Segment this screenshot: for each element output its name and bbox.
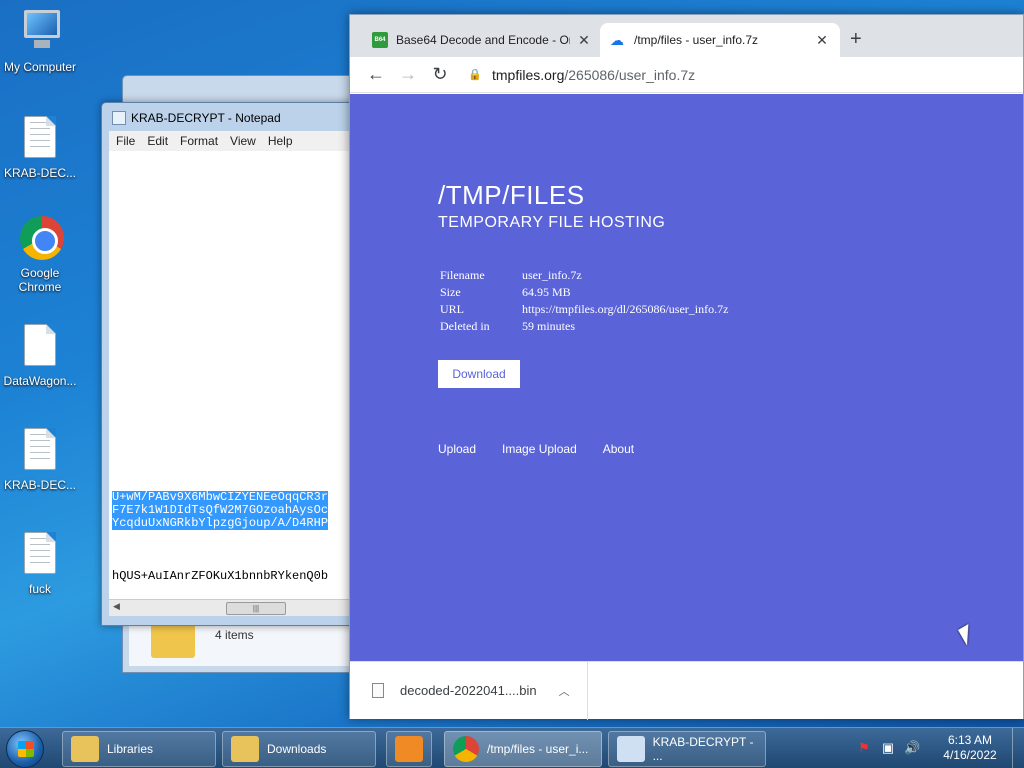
desktop-icon-label: KRAB-DEC...	[3, 166, 76, 180]
menu-edit[interactable]: Edit	[147, 134, 168, 148]
file-info-table: Filename user_info.7z Size 64.95 MB URL htt…	[440, 268, 728, 336]
chrome-icon	[453, 736, 479, 762]
action-center-icon[interactable]: ⚑	[856, 740, 872, 756]
footer-links: Upload Image Upload About	[438, 442, 634, 456]
desktop-icon-krab-decrypt-2[interactable]: KRAB-DEC...	[0, 428, 80, 492]
text-file-icon	[20, 428, 60, 474]
info-row-deleted-in: Deleted in 59 minutes	[440, 319, 575, 333]
info-row-size: Size 64.95 MB	[440, 285, 571, 299]
new-tab-icon[interactable]: +	[850, 29, 862, 49]
selected-text: U+wM/PABv9X6MbwCIZYENEeOqqCR3r F7E7k1W1DI…	[112, 490, 329, 530]
desktop-icon-my-computer[interactable]: My Computer	[0, 10, 80, 74]
desktop-icon-fuck[interactable]: fuck	[0, 532, 80, 596]
desktop-icon-label: KRAB-DEC...	[3, 478, 76, 492]
media-player-icon	[395, 736, 423, 762]
chrome-window[interactable]: B64 Base64 Decode and Encode - Or ✕ ☁ /t…	[349, 14, 1024, 720]
folder-icon	[71, 736, 99, 762]
text-file-icon	[20, 116, 60, 162]
folder-icon	[231, 736, 259, 762]
download-shelf: decoded-2022041....bin ︿	[350, 661, 1023, 720]
tab-strip: B64 Base64 Decode and Encode - Or ✕ ☁ /t…	[350, 15, 1023, 57]
horizontal-scrollbar[interactable]: ◀ |||	[109, 599, 360, 616]
desktop-icon-krab-decrypt-1[interactable]: KRAB-DEC...	[0, 116, 80, 180]
scroll-left-icon[interactable]: ◀	[113, 601, 120, 612]
taskbar-downloads[interactable]: Downloads	[222, 731, 376, 767]
taskbar-label: /tmp/files - user_i...	[487, 742, 589, 756]
menu-view[interactable]: View	[230, 134, 256, 148]
clock-date: 4/16/2022	[943, 748, 997, 762]
page-subtitle: TEMPORARY FILE HOSTING	[438, 214, 666, 231]
menu-file[interactable]: File	[116, 134, 135, 148]
text-file-icon	[20, 532, 60, 578]
file-icon	[372, 683, 384, 698]
notepad-text-area[interactable]: U+wM/PABv9X6MbwCIZYENEeOqqCR3r F7E7k1W1DI…	[109, 151, 360, 599]
explorer-item-count: 4 items	[215, 628, 254, 642]
taskbar-label: Libraries	[107, 742, 154, 756]
network-icon[interactable]: ▣	[880, 740, 896, 756]
tab-tmpfiles[interactable]: ☁ /tmp/files - user_info.7z ✕	[600, 23, 840, 57]
close-icon[interactable]: ✕	[576, 32, 592, 49]
url-host: tmpfiles.org	[492, 66, 565, 83]
taskbar-media-player[interactable]	[386, 731, 432, 767]
clock[interactable]: 6:13 AM 4/16/2022	[928, 733, 1012, 763]
link-image-upload[interactable]: Image Upload	[502, 442, 577, 456]
notepad-titlebar[interactable]: KRAB-DECRYPT - Notepad	[102, 103, 360, 133]
desktop-icon-label: My Computer	[3, 60, 77, 74]
back-icon[interactable]: ←	[362, 64, 390, 85]
show-desktop-button[interactable]	[1012, 728, 1024, 768]
menu-help[interactable]: Help	[268, 134, 293, 148]
reload-icon[interactable]: ↻	[426, 64, 454, 85]
lock-icon[interactable]: 🔒	[468, 68, 482, 81]
desktop-icon-datawagon[interactable]: DataWagon...	[0, 324, 80, 388]
notepad-title: KRAB-DECRYPT - Notepad	[131, 111, 281, 125]
chrome-icon	[20, 216, 64, 262]
close-icon[interactable]: ✕	[814, 32, 830, 49]
computer-icon	[20, 10, 60, 56]
forward-icon[interactable]: →	[394, 64, 422, 85]
b64-icon: B64	[372, 32, 388, 48]
tab-title: Base64 Decode and Encode - Or	[396, 33, 570, 47]
page-title: /TMP/FILES	[438, 180, 585, 210]
taskbar-notepad[interactable]: KRAB-DECRYPT - ...	[608, 731, 766, 767]
desktop-icon-google-chrome[interactable]: Google Chrome	[0, 216, 80, 294]
download-filename: decoded-2022041....bin	[400, 683, 537, 698]
taskbar-libraries[interactable]: Libraries	[62, 731, 216, 767]
scrollbar-thumb[interactable]: |||	[226, 602, 286, 615]
menu-format[interactable]: Format	[180, 134, 218, 148]
taskbar-chrome[interactable]: /tmp/files - user_i...	[444, 731, 602, 767]
download-item[interactable]: decoded-2022041....bin ︿	[350, 661, 588, 720]
link-about[interactable]: About	[603, 442, 634, 456]
desktop-icon-label: DataWagon...	[3, 374, 77, 388]
web-page: /TMP/FILES TEMPORARY FILE HOSTING Filena…	[350, 94, 1023, 661]
cloud-icon: ☁	[610, 32, 624, 48]
notepad-icon	[112, 111, 126, 125]
browser-toolbar: ← → ↻ 🔒 tmpfiles.org/265086/user_info.7z	[350, 57, 1023, 93]
download-button[interactable]: Download	[438, 360, 520, 388]
notepad-window[interactable]: KRAB-DECRYPT - Notepad File Edit Format …	[101, 102, 361, 626]
chevron-up-icon[interactable]: ︿	[559, 683, 570, 699]
notepad-menubar: File Edit Format View Help	[109, 131, 360, 151]
link-upload[interactable]: Upload	[438, 442, 476, 456]
taskbar: Libraries Downloads /tmp/files - user_i.…	[0, 727, 1024, 768]
info-row-url: URL https://tmpfiles.org/dl/265086/user_i…	[440, 302, 729, 316]
volume-icon[interactable]: 🔊	[904, 740, 920, 756]
tab-base64[interactable]: B64 Base64 Decode and Encode - Or ✕	[362, 23, 602, 57]
url-path: /265086/user_info.7z	[564, 66, 696, 83]
tab-title: /tmp/files - user_info.7z	[634, 33, 759, 47]
system-tray: ⚑ ▣ 🔊 6:13 AM 4/16/2022	[856, 728, 1024, 768]
text-line: hQUS+AuIAnrZFOKuX1bnnbRYkenQ0b	[112, 569, 329, 583]
notepad-icon	[617, 736, 645, 762]
folder-icon	[151, 624, 195, 658]
address-bar[interactable]: 🔒 tmpfiles.org/265086/user_info.7z	[468, 61, 1023, 89]
taskbar-label: KRAB-DECRYPT - ...	[652, 735, 754, 763]
file-icon	[20, 324, 60, 370]
info-row-filename: Filename user_info.7z	[440, 268, 582, 282]
desktop-icon-label: Google Chrome	[18, 266, 62, 294]
clock-time: 6:13 AM	[947, 733, 993, 747]
desktop-icon-label: fuck	[28, 582, 51, 596]
taskbar-label: Downloads	[267, 742, 327, 756]
start-button[interactable]	[6, 730, 44, 768]
